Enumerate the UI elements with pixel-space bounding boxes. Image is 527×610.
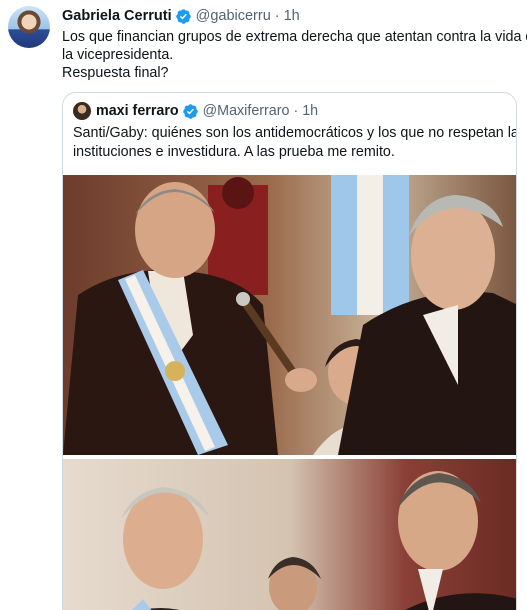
separator-dot: · xyxy=(293,103,299,119)
quoted-author-avatar[interactable] xyxy=(73,102,91,120)
quoted-photo-1[interactable] xyxy=(63,175,516,455)
tweet-timestamp[interactable]: 1h xyxy=(284,8,300,24)
quoted-tweet-text: Santi/Gaby: quiénes son los antidemocrát… xyxy=(73,124,517,162)
tweet-text-line: Respuesta final? xyxy=(62,65,169,81)
quoted-tweet[interactable]: maxi ferraro @Maxiferraro · 1h Santi/Gab… xyxy=(62,92,517,610)
tweet-text-line: la vicepresidenta. xyxy=(62,47,174,63)
quoted-tweet-timestamp[interactable]: 1h xyxy=(302,103,318,119)
verified-badge-icon xyxy=(175,8,192,25)
tweet-text-line: Los que financian grupos de extrema dere… xyxy=(62,29,527,45)
quoted-author-handle[interactable]: @Maxiferraro xyxy=(203,103,290,119)
separator-dot: · xyxy=(274,8,280,24)
quoted-author-name[interactable]: maxi ferraro xyxy=(96,103,179,119)
tweet[interactable]: Gabriela Cerruti @gabicerru · 1h Los que… xyxy=(0,0,527,610)
author-handle[interactable]: @gabicerru xyxy=(196,8,271,24)
tweet-text: Los que financian grupos de extrema dere… xyxy=(62,28,527,82)
tweet-header: Gabriela Cerruti @gabicerru · 1h xyxy=(62,6,300,26)
author-name[interactable]: Gabriela Cerruti xyxy=(62,8,172,24)
verified-badge-icon xyxy=(182,103,199,120)
quoted-text-line: instituciones e investidura. A las prueb… xyxy=(73,144,395,160)
quoted-tweet-header: maxi ferraro @Maxiferraro · 1h xyxy=(73,101,318,121)
author-avatar[interactable] xyxy=(8,6,50,48)
quoted-text-line: Santi/Gaby: quiénes son los antidemocrát… xyxy=(73,125,517,141)
quoted-photo-2[interactable] xyxy=(63,459,516,610)
